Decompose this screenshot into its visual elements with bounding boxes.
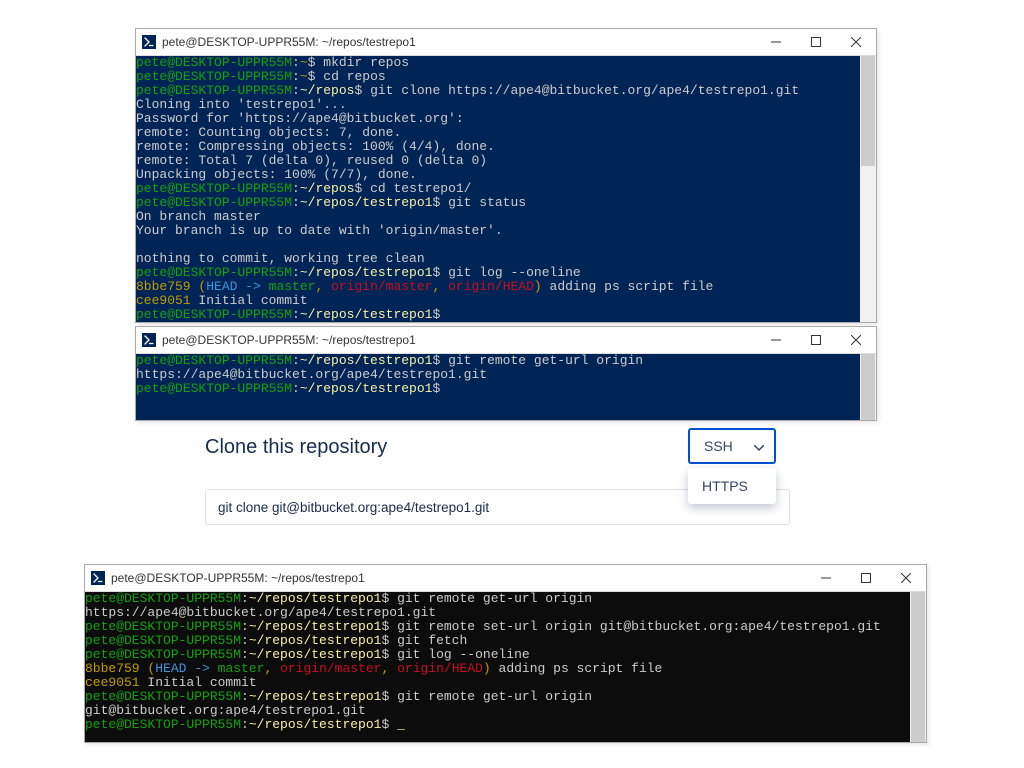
maximize-button[interactable] bbox=[796, 29, 836, 55]
clone-repository-panel: Clone this repository SSH HTTPS git clon… bbox=[205, 436, 790, 525]
close-button[interactable] bbox=[836, 327, 876, 353]
scrollbar[interactable] bbox=[910, 592, 926, 742]
titlebar[interactable]: pete@DESKTOP-UPPR55M: ~/repos/testrepo1 bbox=[85, 565, 926, 592]
protocol-dropdown: HTTPS bbox=[688, 468, 776, 504]
titlebar[interactable]: pete@DESKTOP-UPPR55M: ~/repos/testrepo1 bbox=[136, 327, 876, 354]
window-title: pete@DESKTOP-UPPR55M: ~/repos/testrepo1 bbox=[162, 35, 756, 49]
protocol-selected: SSH bbox=[704, 438, 733, 454]
terminal-output[interactable]: pete@DESKTOP-UPPR55M:~/repos/testrepo1$ … bbox=[136, 354, 876, 420]
terminal-output[interactable]: pete@DESKTOP-UPPR55M:~$ mkdir repos pete… bbox=[136, 56, 876, 322]
close-button[interactable] bbox=[836, 29, 876, 55]
powershell-icon bbox=[142, 35, 156, 49]
terminal-window-3: pete@DESKTOP-UPPR55M: ~/repos/testrepo1 … bbox=[84, 564, 927, 743]
titlebar[interactable]: pete@DESKTOP-UPPR55M: ~/repos/testrepo1 bbox=[136, 29, 876, 56]
window-title: pete@DESKTOP-UPPR55M: ~/repos/testrepo1 bbox=[111, 571, 806, 585]
close-button[interactable] bbox=[886, 565, 926, 591]
scrollbar[interactable] bbox=[860, 56, 876, 322]
terminal-output[interactable]: pete@DESKTOP-UPPR55M:~/repos/testrepo1$ … bbox=[85, 592, 926, 742]
protocol-select[interactable]: SSH bbox=[688, 428, 776, 464]
minimize-button[interactable] bbox=[756, 327, 796, 353]
maximize-button[interactable] bbox=[846, 565, 886, 591]
powershell-icon bbox=[142, 333, 156, 347]
minimize-button[interactable] bbox=[806, 565, 846, 591]
powershell-icon bbox=[91, 571, 105, 585]
terminal-window-2: pete@DESKTOP-UPPR55M: ~/repos/testrepo1 … bbox=[135, 326, 877, 421]
clone-command-text: git clone git@bitbucket.org:ape4/testrep… bbox=[218, 500, 489, 515]
chevron-down-icon bbox=[754, 438, 764, 454]
terminal-window-1: pete@DESKTOP-UPPR55M: ~/repos/testrepo1 … bbox=[135, 28, 877, 323]
protocol-option-https[interactable]: HTTPS bbox=[688, 468, 776, 504]
maximize-button[interactable] bbox=[796, 327, 836, 353]
minimize-button[interactable] bbox=[756, 29, 796, 55]
window-title: pete@DESKTOP-UPPR55M: ~/repos/testrepo1 bbox=[162, 333, 756, 347]
scrollbar[interactable] bbox=[860, 354, 876, 420]
